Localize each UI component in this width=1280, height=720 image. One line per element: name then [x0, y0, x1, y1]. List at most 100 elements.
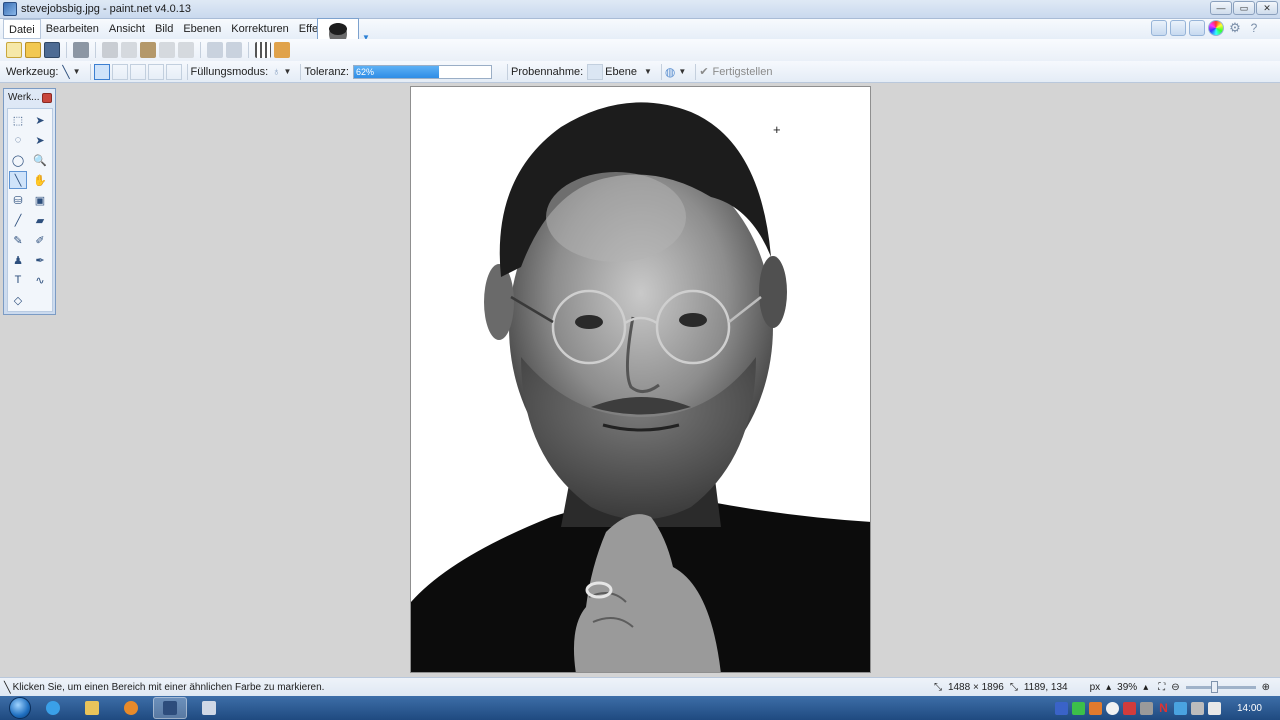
unit-dropdown-icon[interactable]: ▴ [1106, 682, 1111, 693]
magic-wand-icon[interactable]: ╲ [62, 65, 69, 79]
finish-button[interactable]: Fertigstellen [713, 66, 773, 78]
zoom-value[interactable]: 39% [1117, 682, 1137, 693]
toolbar-divider [186, 63, 188, 80]
taskbar-explorer[interactable] [75, 697, 109, 719]
sampling-value[interactable]: Ebene [605, 66, 637, 78]
zoom-tool-icon[interactable]: 🔍 [31, 151, 49, 169]
lasso-select-tool-icon[interactable]: ◌ [9, 131, 27, 149]
tool-label: Werkzeug: [6, 65, 59, 78]
toolbar-divider [507, 63, 508, 80]
ellipse-select-tool-icon[interactable]: ◯ [9, 151, 27, 169]
antialiasing-icon[interactable]: ◍ [665, 65, 675, 79]
menu-layers[interactable]: Ebenen [178, 19, 226, 39]
selection-mode-exclude[interactable] [129, 63, 146, 80]
selection-mode-replace[interactable] [93, 63, 110, 80]
paintnet-app-icon[interactable] [3, 2, 17, 16]
tools-window-toggle-icon[interactable] [1151, 20, 1167, 36]
shapes-tool-icon[interactable]: ◇ [9, 291, 27, 309]
settings-gear-icon[interactable]: ⚙ [1227, 20, 1243, 36]
paintbrush-tool-icon[interactable]: ╱ [9, 211, 27, 229]
taskbar-paintnet[interactable] [192, 697, 226, 719]
move-selected-tool-icon[interactable]: ➤ [31, 131, 49, 149]
taskbar-internet-explorer[interactable] [36, 697, 70, 719]
menu-image[interactable]: Bild [150, 19, 178, 39]
start-button[interactable] [9, 697, 31, 719]
unit-selector[interactable]: px [1090, 682, 1101, 693]
taskbar-paintnet-save[interactable] [153, 697, 187, 719]
colors-window-toggle-icon[interactable] [1208, 20, 1224, 36]
tray-record-icon[interactable] [1105, 701, 1119, 715]
taskbar-clock[interactable]: 14:00 [1237, 703, 1262, 714]
selection-mode-intersect[interactable] [147, 63, 164, 80]
antialiasing-dropdown-icon[interactable]: ▼ [678, 67, 686, 76]
print-icon[interactable] [73, 42, 89, 58]
selection-mode-invert[interactable] [165, 63, 182, 80]
text-tool-icon[interactable]: T [9, 271, 27, 289]
tools-window-close-icon[interactable] [42, 93, 52, 103]
line-curve-tool-icon[interactable]: ∿ [31, 271, 49, 289]
paste-icon[interactable] [140, 42, 156, 58]
tray-app-icon[interactable] [1054, 701, 1068, 715]
undo-icon[interactable] [207, 42, 223, 58]
image-canvas[interactable] [410, 86, 871, 673]
help-icon[interactable]: ? [1246, 20, 1262, 36]
menu-bar: Datei Bearbeiten Ansicht Bild Ebenen Kor… [0, 19, 1280, 39]
zoom-dropdown-icon[interactable]: ▴ [1143, 682, 1148, 693]
tray-volume-icon[interactable] [1207, 701, 1221, 715]
recolor-tool-icon[interactable]: ✒ [31, 251, 49, 269]
tray-n-icon[interactable]: N [1157, 701, 1170, 715]
fit-window-icon[interactable]: ⛶ [1158, 682, 1165, 693]
deselect-icon[interactable] [178, 42, 194, 58]
maximize-button[interactable]: ▭ [1233, 1, 1255, 15]
color-picker-tool-icon[interactable]: ✐ [31, 231, 49, 249]
pan-tool-icon[interactable]: ✋ [31, 171, 49, 189]
open-file-icon[interactable] [25, 42, 41, 58]
grid-icon[interactable] [255, 42, 271, 58]
fill-mode-dropdown-icon[interactable]: ▼ [283, 67, 291, 76]
menu-file[interactable]: Datei [3, 19, 41, 39]
tray-update-icon[interactable] [1088, 701, 1102, 715]
tools-window-titlebar[interactable]: Werk... [4, 89, 55, 107]
tray-flag-icon[interactable] [1190, 701, 1204, 715]
menu-adjustments[interactable]: Korrekturen [226, 19, 293, 39]
history-window-toggle-icon[interactable] [1170, 20, 1186, 36]
status-bar: ╲ Klicken Sie, um einen Bereich mit eine… [0, 677, 1280, 696]
toolbar-divider [200, 42, 201, 58]
zoom-slider[interactable] [1185, 681, 1256, 693]
magic-wand-status-icon: ╲ [4, 681, 11, 694]
close-button[interactable]: ✕ [1256, 1, 1278, 15]
save-icon[interactable] [44, 42, 60, 58]
tray-settings-icon[interactable] [1173, 701, 1187, 715]
zoom-slider-knob[interactable] [1210, 681, 1218, 693]
system-tray: N 14:00 [1054, 696, 1280, 720]
clone-stamp-tool-icon[interactable]: ♟ [9, 251, 27, 269]
move-selection-tool-icon[interactable]: ➤ [31, 111, 49, 129]
copy-icon[interactable] [121, 42, 137, 58]
menu-view[interactable]: Ansicht [104, 19, 150, 39]
layers-window-toggle-icon[interactable] [1189, 20, 1205, 36]
zoom-in-icon[interactable]: ⊕ [1262, 682, 1270, 693]
new-file-icon[interactable] [6, 42, 22, 58]
zoom-out-icon[interactable]: ⊖ [1171, 682, 1179, 693]
tolerance-slider[interactable]: 62% [353, 64, 492, 79]
tray-antivirus-icon[interactable] [1122, 701, 1136, 715]
pencil-tool-icon[interactable]: ✎ [9, 231, 27, 249]
redo-icon[interactable] [226, 42, 242, 58]
eraser-tool-icon[interactable]: ▰ [31, 211, 49, 229]
cut-icon[interactable] [102, 42, 118, 58]
gradient-tool-icon[interactable]: ▣ [31, 191, 49, 209]
taskbar-media-player[interactable] [114, 697, 148, 719]
tray-usb-icon[interactable] [1139, 701, 1153, 715]
minimize-button[interactable]: — [1210, 1, 1232, 15]
menu-edit[interactable]: Bearbeiten [41, 19, 104, 39]
selection-mode-union[interactable] [111, 63, 128, 80]
fill-mode-icon[interactable]: ♁ [272, 66, 280, 78]
paint-bucket-tool-icon[interactable]: ⛁ [9, 191, 27, 209]
crop-to-selection-icon[interactable] [159, 42, 175, 58]
sampling-dropdown-icon[interactable]: ▼ [644, 67, 652, 76]
rulers-icon[interactable] [274, 42, 290, 58]
rectangle-select-tool-icon[interactable]: ⬚ [9, 111, 27, 129]
magic-wand-tool-icon[interactable]: ╲ [9, 171, 27, 189]
tool-dropdown-icon[interactable]: ▼ [73, 67, 81, 76]
tray-network-icon[interactable] [1071, 701, 1085, 715]
